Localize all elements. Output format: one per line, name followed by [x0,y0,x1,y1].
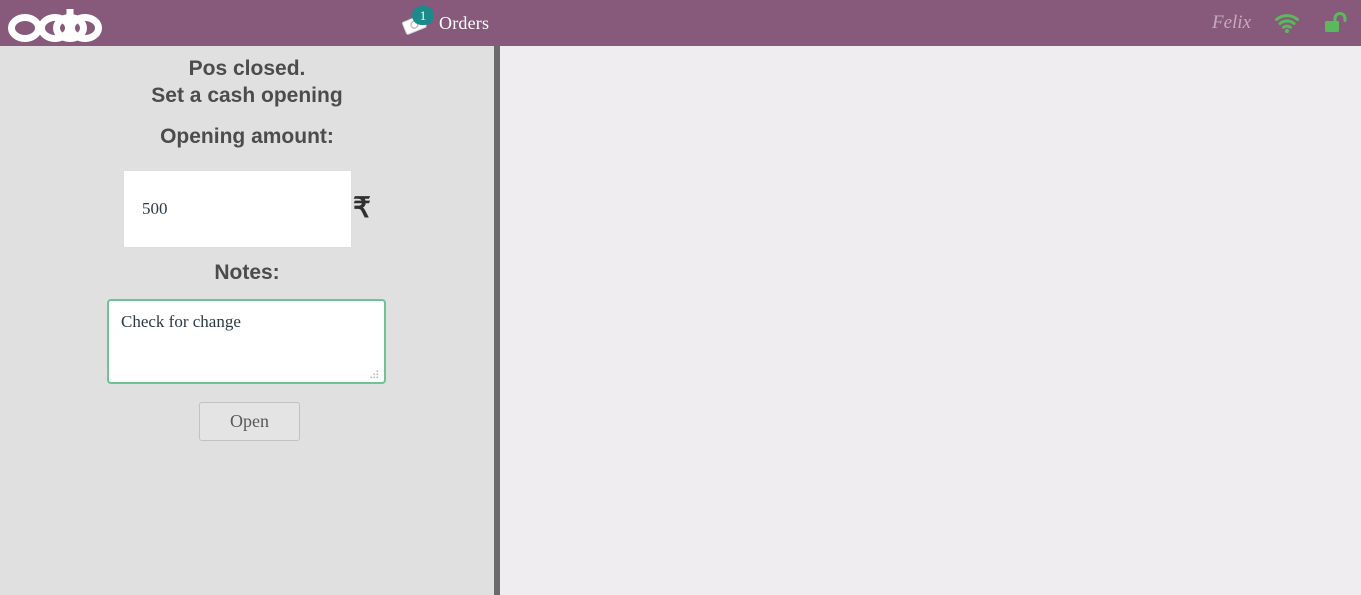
order-display-panel [500,46,1361,595]
unlock-icon[interactable] [1323,11,1349,35]
order-ticket-icon-wrap: 1 [402,6,434,37]
username-label: Felix [1211,12,1251,33]
top-navigation-bar: 1 Orders Felix [0,0,1361,46]
currency-symbol: ₹ [353,193,371,224]
headline-line-2: Set a cash opening [151,84,343,107]
notes-textarea[interactable] [107,299,386,384]
notes-label: Notes: [214,261,280,284]
odoo-logo[interactable] [8,3,124,43]
opening-amount-label: Opening amount: [160,125,334,148]
headline-line-1: Pos closed. [188,57,306,80]
wifi-icon[interactable] [1273,12,1301,34]
workspace: Pos closed. Set a cash opening Opening a… [0,46,1361,595]
orders-button[interactable]: 1 Orders [398,0,493,46]
orders-label: Orders [439,12,490,33]
open-session-button[interactable]: Open [199,402,300,441]
orders-count-badge: 1 [412,6,434,25]
opening-amount-row: ₹ [123,170,383,248]
pos-closed-heading: Pos closed. Set a cash opening [0,55,494,109]
topbar-status-group: Felix [1212,0,1349,46]
cash-opening-panel: Pos closed. Set a cash opening Opening a… [0,46,494,595]
opening-amount-input[interactable] [123,170,352,248]
